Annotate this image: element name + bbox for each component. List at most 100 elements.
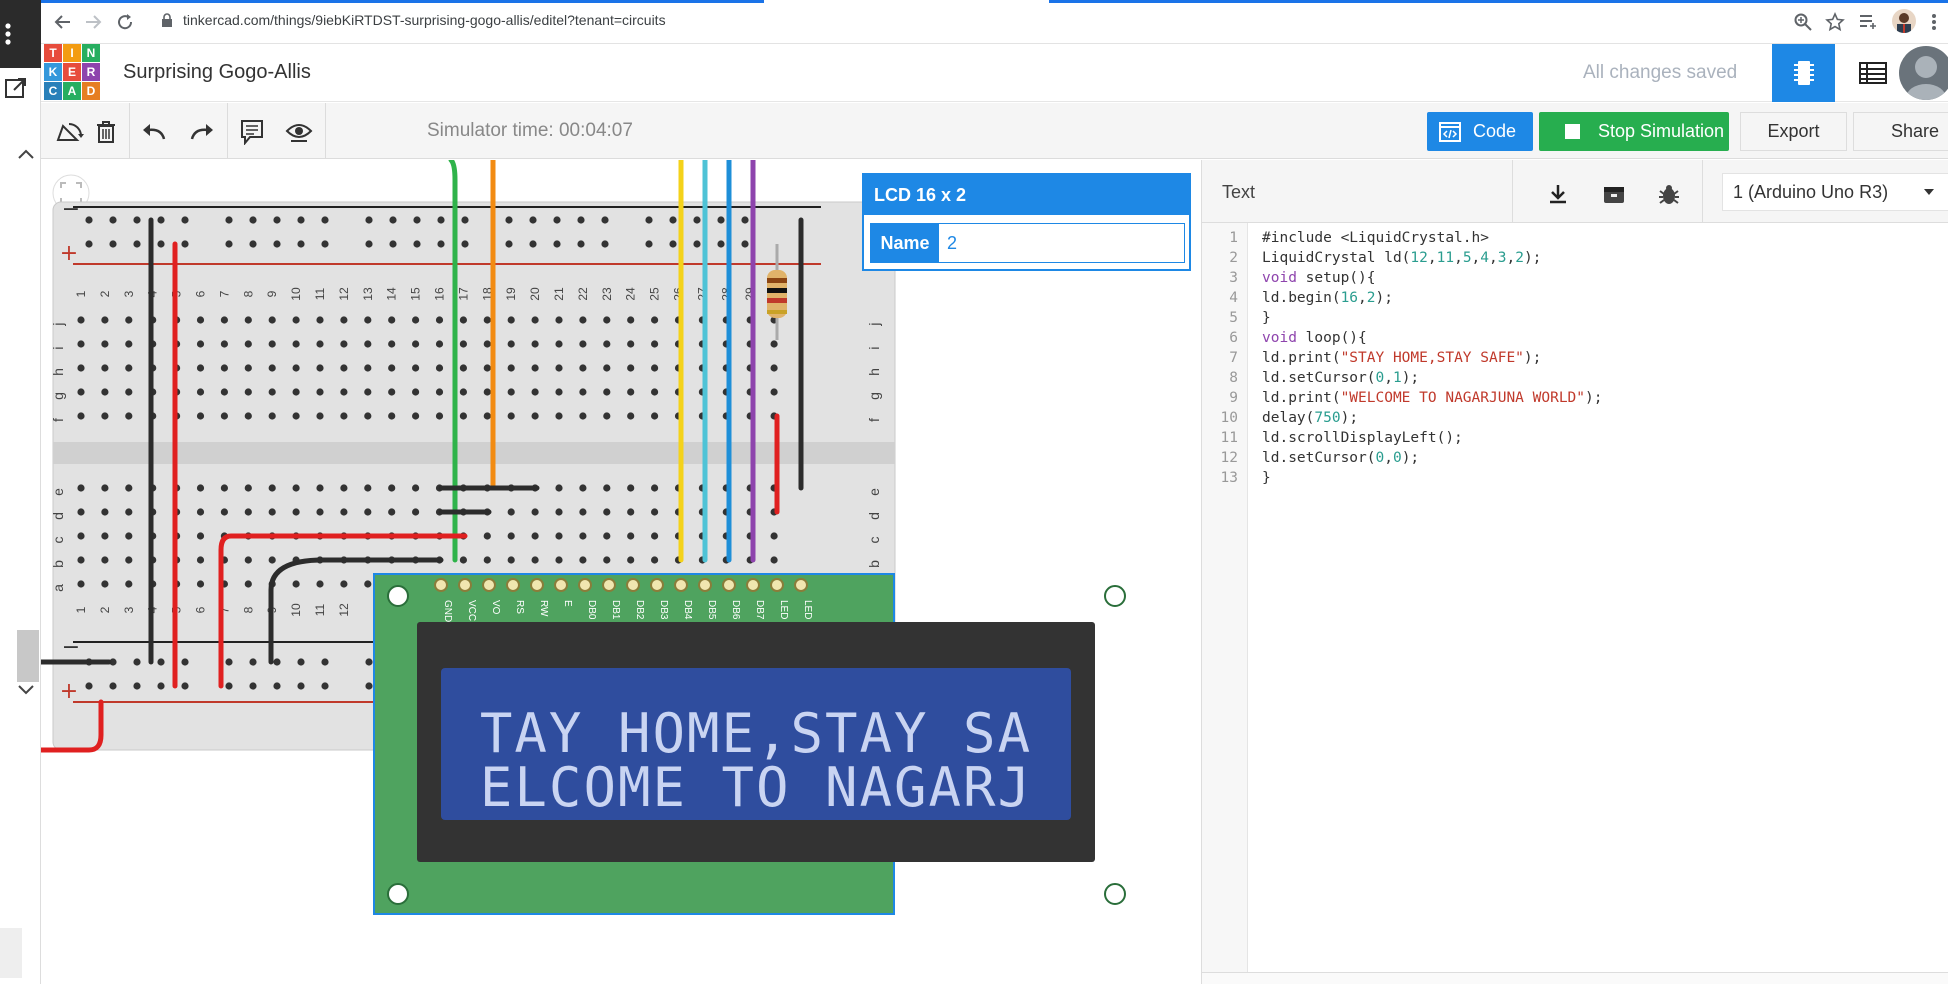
breadboard-hole[interactable] xyxy=(157,240,165,248)
breadboard-hole[interactable] xyxy=(181,216,189,224)
breadboard-hole[interactable] xyxy=(225,658,233,666)
breadboard-hole[interactable] xyxy=(603,316,611,324)
breadboard-hole[interactable] xyxy=(412,388,420,396)
breadboard-hole[interactable] xyxy=(157,216,165,224)
breadboard-hole[interactable] xyxy=(388,388,396,396)
lcd-pin[interactable] xyxy=(722,578,736,592)
breadboard-hole[interactable] xyxy=(531,532,539,540)
code-line[interactable]: 13} xyxy=(1202,470,1948,490)
browser-profile-avatar[interactable] xyxy=(1892,9,1916,33)
breadboard-hole[interactable] xyxy=(364,508,372,516)
breadboard-hole[interactable] xyxy=(101,388,109,396)
breadboard-hole[interactable] xyxy=(531,388,539,396)
breadboard-hole[interactable] xyxy=(157,658,165,666)
breadboard-hole[interactable] xyxy=(389,240,397,248)
breadboard-hole[interactable] xyxy=(770,388,778,396)
breadboard-hole[interactable] xyxy=(507,340,515,348)
breadboard-hole[interactable] xyxy=(651,508,659,516)
breadboard-hole[interactable] xyxy=(225,240,233,248)
breadboard-hole[interactable] xyxy=(340,388,348,396)
code-line[interactable]: 9 ld.print("WELCOME TO NAGARJUNA WORLD"); xyxy=(1202,390,1948,410)
scroll-up-icon[interactable] xyxy=(17,148,35,160)
breadboard-hole[interactable] xyxy=(529,240,537,248)
breadboard-hole[interactable] xyxy=(627,316,635,324)
visibility-button[interactable] xyxy=(284,117,314,147)
breadboard-hole[interactable] xyxy=(603,340,611,348)
breadboard-hole[interactable] xyxy=(316,508,324,516)
breadboard-hole[interactable] xyxy=(770,556,778,564)
share-button[interactable]: Share xyxy=(1853,112,1948,151)
breadboard-hole[interactable] xyxy=(101,412,109,420)
breadboard-hole[interactable] xyxy=(196,340,205,348)
breadboard-hole[interactable] xyxy=(412,412,420,420)
breadboard-hole[interactable] xyxy=(196,556,205,564)
breadboard-hole[interactable] xyxy=(483,316,491,324)
breadboard-hole[interactable] xyxy=(125,340,133,348)
breadboard-hole[interactable] xyxy=(321,682,329,690)
breadboard-hole[interactable] xyxy=(627,340,635,348)
breadboard-hole[interactable] xyxy=(101,532,109,540)
breadboard-hole[interactable] xyxy=(364,316,372,324)
breadboard-hole[interactable] xyxy=(181,682,189,690)
breadboard-hole[interactable] xyxy=(273,216,281,224)
breadboard-hole[interactable] xyxy=(273,658,281,666)
lcd-pin[interactable] xyxy=(650,578,664,592)
breadboard-hole[interactable] xyxy=(321,658,329,666)
code-line[interactable]: 8 ld.setCursor(0,1); xyxy=(1202,370,1948,390)
breadboard-hole[interactable] xyxy=(249,658,257,666)
breadboard-hole[interactable] xyxy=(531,316,539,324)
breadboard-hole[interactable] xyxy=(125,532,133,540)
breadboard-hole[interactable] xyxy=(413,240,421,248)
breadboard-hole[interactable] xyxy=(577,240,585,248)
breadboard-hole[interactable] xyxy=(483,340,491,348)
lcd-pin[interactable] xyxy=(482,578,496,592)
lcd-pin[interactable] xyxy=(674,578,688,592)
breadboard-hole[interactable] xyxy=(603,412,611,420)
breadboard-hole[interactable] xyxy=(651,364,659,372)
redo-button[interactable] xyxy=(187,117,217,147)
breadboard-hole[interactable] xyxy=(125,388,133,396)
breadboard-hole[interactable] xyxy=(555,508,563,516)
breadboard-hole[interactable] xyxy=(603,484,611,492)
breadboard-hole[interactable] xyxy=(77,556,85,564)
lcd-pin[interactable] xyxy=(698,578,712,592)
browser-menu-icon[interactable] xyxy=(1929,12,1939,32)
breadboard-hole[interactable] xyxy=(125,508,133,516)
breadboard-hole[interactable] xyxy=(364,580,372,588)
breadboard-hole[interactable] xyxy=(292,316,300,324)
breadboard-hole[interactable] xyxy=(651,340,659,348)
breadboard-hole[interactable] xyxy=(85,216,93,224)
breadboard-hole[interactable] xyxy=(437,216,445,224)
breadboard-hole[interactable] xyxy=(645,216,653,224)
breadboard-hole[interactable] xyxy=(292,340,300,348)
breadboard-hole[interactable] xyxy=(365,658,373,666)
breadboard-hole[interactable] xyxy=(555,316,563,324)
breadboard-hole[interactable] xyxy=(125,484,133,492)
breadboard-hole[interactable] xyxy=(101,556,109,564)
breadboard-hole[interactable] xyxy=(579,556,587,564)
breadboard-hole[interactable] xyxy=(579,532,587,540)
breadboard-hole[interactable] xyxy=(507,556,515,564)
breadboard-hole[interactable] xyxy=(316,580,324,588)
breadboard-hole[interactable] xyxy=(292,508,300,516)
breadboard-hole[interactable] xyxy=(601,240,609,248)
breadboard-hole[interactable] xyxy=(133,216,141,224)
breadboard-hole[interactable] xyxy=(435,412,444,420)
breadboard-hole[interactable] xyxy=(316,412,324,420)
breadboard-hole[interactable] xyxy=(435,340,444,348)
breadboard-hole[interactable] xyxy=(244,340,252,348)
breadboard-hole[interactable] xyxy=(101,484,109,492)
breadboard-hole[interactable] xyxy=(133,240,141,248)
serial-monitor-bar[interactable] xyxy=(1202,972,1948,984)
breadboard-hole[interactable] xyxy=(273,240,281,248)
debugger-button[interactable] xyxy=(1649,176,1689,212)
tinkercad-logo[interactable]: T I N K E R C A D xyxy=(44,44,100,100)
breadboard-hole[interactable] xyxy=(579,508,587,516)
code-mode-select[interactable]: Text xyxy=(1222,182,1255,203)
breadboard-hole[interactable] xyxy=(196,580,205,588)
back-button[interactable] xyxy=(51,10,75,34)
breadboard-hole[interactable] xyxy=(507,412,515,420)
zoom-icon[interactable] xyxy=(1793,12,1813,32)
circuit-view-button[interactable] xyxy=(1772,44,1835,102)
breadboard-hole[interactable] xyxy=(340,484,348,492)
